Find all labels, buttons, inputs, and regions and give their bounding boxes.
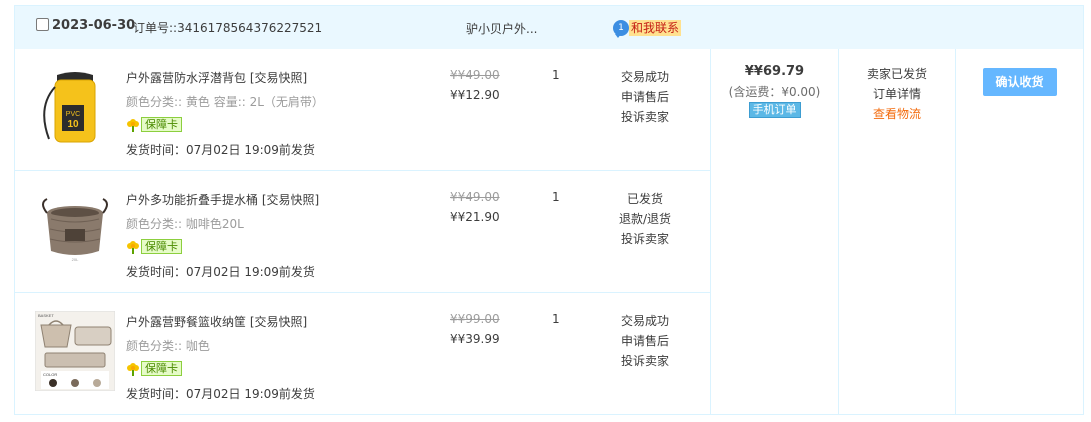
contact-seller-button[interactable]: 1 和我联系: [613, 20, 682, 38]
guarantee-badge[interactable]: 保障卡: [126, 239, 182, 254]
product-spec: 颜色分类:: 黄色 容量:: 2L（无肩带）: [126, 95, 324, 109]
shop-name-link[interactable]: 驴小贝户外...: [466, 20, 537, 37]
guarantee-flower-icon: [126, 362, 140, 376]
trade-snapshot-link[interactable]: [交易快照]: [262, 193, 319, 207]
order-number-label: 订单号::: [133, 21, 178, 35]
item-status-text: 交易成功: [620, 70, 669, 84]
complain-seller-link[interactable]: 投诉卖家: [610, 351, 680, 371]
guarantee-badge[interactable]: 保障卡: [126, 361, 182, 376]
guarantee-flower-icon: [126, 118, 140, 132]
svg-text:20L: 20L: [72, 257, 79, 262]
chat-bubble-icon: 1: [613, 20, 629, 38]
original-price: ¥¥49.00: [450, 190, 500, 204]
apply-aftersale-link[interactable]: 申请售后: [610, 87, 680, 107]
ship-time: 发货时间：07月02日 19:09前发货: [126, 387, 315, 401]
order-card: 2023-06-30 订单号::3416178564376227521 驴小贝户…: [14, 5, 1084, 415]
order-item: PVC 10 户外露营防水浮潜背包 [交易快照] 颜色分类:: 黄色 容量:: …: [15, 49, 710, 171]
order-header: 2023-06-30 订单号::3416178564376227521 驴小贝户…: [15, 6, 1083, 49]
original-price: ¥¥49.00: [450, 68, 500, 82]
order-number: 订单号::3416178564376227521: [133, 19, 322, 36]
product-spec: 颜色分类:: 咖色: [126, 339, 210, 353]
chat-badge: 1: [618, 23, 624, 33]
mobile-order-tag: 手机订单: [748, 102, 801, 118]
product-title[interactable]: 户外露营野餐篮收纳筐 [交易快照]: [126, 313, 307, 330]
guarantee-badge[interactable]: 保障卡: [126, 117, 182, 132]
quantity: 1: [552, 190, 560, 204]
contact-seller-label: 和我联系: [629, 20, 682, 36]
unit-price: ¥¥12.90: [450, 88, 500, 102]
trade-snapshot-link[interactable]: [交易快照]: [250, 71, 307, 85]
order-number-value: 3416178564376227521: [177, 21, 323, 35]
order-select-checkbox[interactable]: [36, 18, 49, 31]
product-image[interactable]: PVC 10: [35, 67, 115, 147]
complain-seller-link[interactable]: 投诉卖家: [610, 107, 680, 127]
svg-text:10: 10: [67, 119, 79, 130]
order-date: 2023-06-30: [52, 18, 136, 33]
item-status-text: 已发货: [626, 192, 663, 206]
refund-return-link[interactable]: 退款/退货: [610, 209, 680, 229]
guarantee-label: 保障卡: [141, 361, 182, 376]
order-total: ¥¥69.79 (含运费：¥0.00) 手机订单: [711, 49, 838, 118]
ship-time: 发货时间：07月02日 19:09前发货: [126, 143, 315, 157]
apply-aftersale-link[interactable]: 申请售后: [610, 331, 680, 351]
guarantee-label: 保障卡: [141, 239, 182, 254]
ship-time: 发货时间：07月02日 19:09前发货: [126, 265, 315, 279]
order-actions: 确认收货: [956, 49, 1083, 96]
item-status: 交易成功 申请售后 投诉卖家: [610, 67, 680, 127]
product-title[interactable]: 户外露营防水浮潜背包 [交易快照]: [126, 69, 307, 86]
confirm-receipt-button[interactable]: 确认收货: [982, 68, 1057, 96]
quantity: 1: [552, 68, 560, 82]
item-status-text: 交易成功: [620, 314, 669, 328]
order-item: BASKET COLOR 户外露营野餐篮收纳筐 [交易快照] 颜色分类:: 咖色…: [15, 293, 710, 415]
product-image[interactable]: BASKET COLOR: [34, 310, 116, 392]
item-status: 已发货 退款/退货 投诉卖家: [610, 189, 680, 249]
guarantee-flower-icon: [126, 240, 140, 254]
item-status: 交易成功 申请售后 投诉卖家: [610, 311, 680, 371]
order-detail-link[interactable]: 订单详情: [839, 84, 955, 104]
svg-text:PVC: PVC: [66, 111, 80, 118]
product-spec: 颜色分类:: 咖啡色20L: [126, 217, 244, 231]
original-price: ¥¥99.00: [450, 312, 500, 326]
unit-price: ¥¥21.90: [450, 210, 500, 224]
unit-price: ¥¥39.99: [450, 332, 500, 346]
product-image[interactable]: 20L: [35, 189, 115, 269]
product-title[interactable]: 户外多功能折叠手提水桶 [交易快照]: [126, 191, 319, 208]
svg-text:COLOR: COLOR: [43, 372, 57, 377]
trade-snapshot-link[interactable]: [交易快照]: [250, 315, 307, 329]
trade-status: 卖家已发货 订单详情 查看物流: [839, 49, 955, 124]
trade-status-text: 卖家已发货: [866, 67, 927, 81]
product-title-text: 户外露营野餐篮收纳筐: [126, 315, 247, 329]
svg-text:BASKET: BASKET: [38, 313, 54, 318]
order-item: 20L 户外多功能折叠手提水桶 [交易快照] 颜色分类:: 咖啡色20L 保障卡…: [15, 171, 710, 293]
complain-seller-link[interactable]: 投诉卖家: [610, 229, 680, 249]
quantity: 1: [552, 312, 560, 326]
shipping-fee: (含运费：¥0.00): [728, 85, 821, 99]
total-amount: ¥¥69.79: [744, 64, 805, 79]
guarantee-label: 保障卡: [141, 117, 182, 132]
product-title-text: 户外露营防水浮潜背包: [126, 71, 247, 85]
view-logistics-link[interactable]: 查看物流: [839, 104, 955, 124]
column-divider: [955, 49, 956, 415]
product-title-text: 户外多功能折叠手提水桶: [126, 193, 259, 207]
